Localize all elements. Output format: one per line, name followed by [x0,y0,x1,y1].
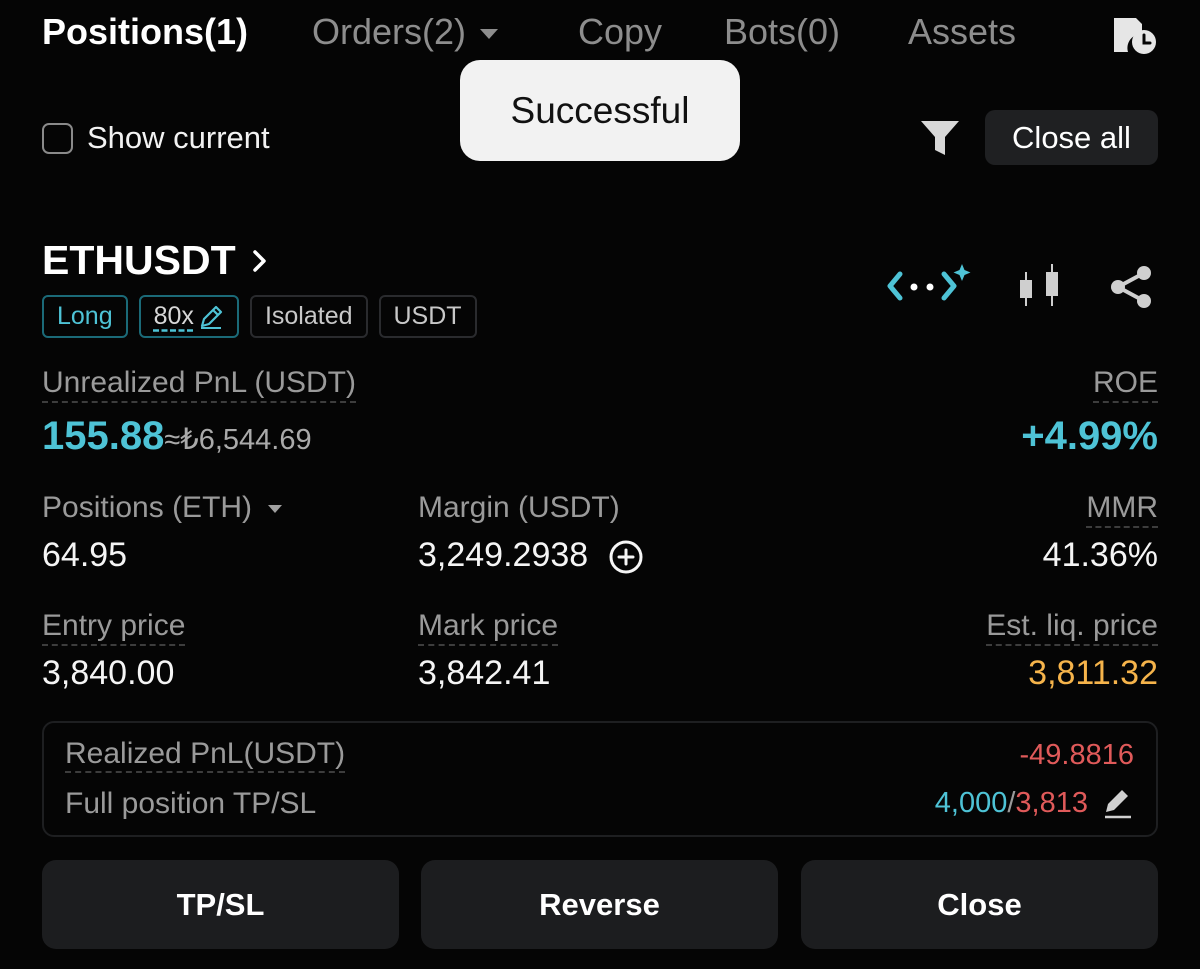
leverage-badge[interactable]: 80x [138,295,239,338]
success-toast: Successful [460,60,740,161]
show-current-toggle[interactable]: Show current [42,120,270,156]
tp-value: 4,000 [934,787,1008,819]
tab-assets[interactable]: Assets [908,8,1016,56]
unrealized-pnl-amount: 155.88 [42,414,165,458]
margin-mode-badge: Isolated [249,295,368,338]
share-icon[interactable] [1108,265,1154,309]
liq-price-value: 3,811.32 [1028,654,1158,692]
position-size-value: 64.95 [42,536,128,574]
symbol-name: ETHUSDT [42,237,236,283]
mmr-label[interactable]: MMR [1086,491,1158,528]
settle-currency-badge: USDT [378,295,477,338]
position-size-selector[interactable]: Positions (ETH) [42,491,283,526]
position-size-label: Positions (ETH) [42,491,253,524]
margin-value: 3,249.2938 [418,536,589,574]
realized-pnl-value: -49.8816 [1019,739,1135,771]
ai-assistant-icon[interactable] [886,262,972,308]
unrealized-pnl-label[interactable]: Unrealized PnL (USDT) [42,366,356,403]
add-margin-icon[interactable] [608,539,644,575]
tab-bots[interactable]: Bots(0) [724,8,840,56]
tab-bar: Positions(1) Orders(2) Copy Bots(0) Asse… [42,8,1158,58]
sl-value: 3,813 [1015,787,1088,819]
entry-price-value: 3,840.00 [42,654,175,692]
close-all-button[interactable]: Close all [985,110,1158,165]
caret-down-icon [268,505,283,514]
realized-tpsl-panel: Realized PnL(USDT) -49.8816 Full positio… [42,721,1158,837]
caret-down-icon [480,29,499,40]
tpsl-button[interactable]: TP/SL [42,860,399,949]
margin-value-row: 3,249.2938 [418,536,644,575]
tpsl-values[interactable]: 4,000/3,813 [935,787,1134,820]
history-icon[interactable] [1108,12,1158,56]
roe-value: +4.99% [1021,414,1158,458]
filter-icon[interactable] [918,117,962,159]
show-current-checkbox[interactable] [42,122,73,154]
reverse-button[interactable]: Reverse [421,860,778,949]
side-badge: Long [42,295,128,338]
show-current-label: Show current [87,120,270,155]
tpsl-separator: / [1007,787,1016,819]
entry-price-label[interactable]: Entry price [42,609,186,646]
realized-pnl-label[interactable]: Realized PnL(USDT) [65,737,346,773]
mmr-value: 41.36% [1042,536,1158,574]
unrealized-pnl-value: 155.88≈₺6,544.69 [42,414,312,459]
leverage-value: 80x [153,302,194,330]
edit-icon[interactable] [1102,788,1134,820]
chevron-right-icon [252,249,266,272]
unrealized-pnl-converted: ≈₺6,544.69 [164,424,312,456]
margin-label: Margin (USDT) [418,491,620,524]
mark-price-label[interactable]: Mark price [418,609,559,646]
edit-icon [200,305,223,329]
tab-orders-label: Orders(2) [312,11,467,52]
candlestick-chart-icon[interactable] [1016,264,1064,310]
tpsl-label: Full position TP/SL [65,787,317,820]
tab-positions[interactable]: Positions(1) [42,8,248,56]
tab-copy[interactable]: Copy [578,8,662,56]
mark-price-value: 3,842.41 [418,654,551,692]
tab-orders[interactable]: Orders(2) [312,8,499,56]
position-badges: Long 80x Isolated USDT [42,295,477,338]
roe-label[interactable]: ROE [1092,366,1158,403]
symbol-link[interactable]: ETHUSDT [42,237,266,284]
close-position-button[interactable]: Close [801,860,1158,949]
liq-price-label[interactable]: Est. liq. price [986,609,1158,646]
